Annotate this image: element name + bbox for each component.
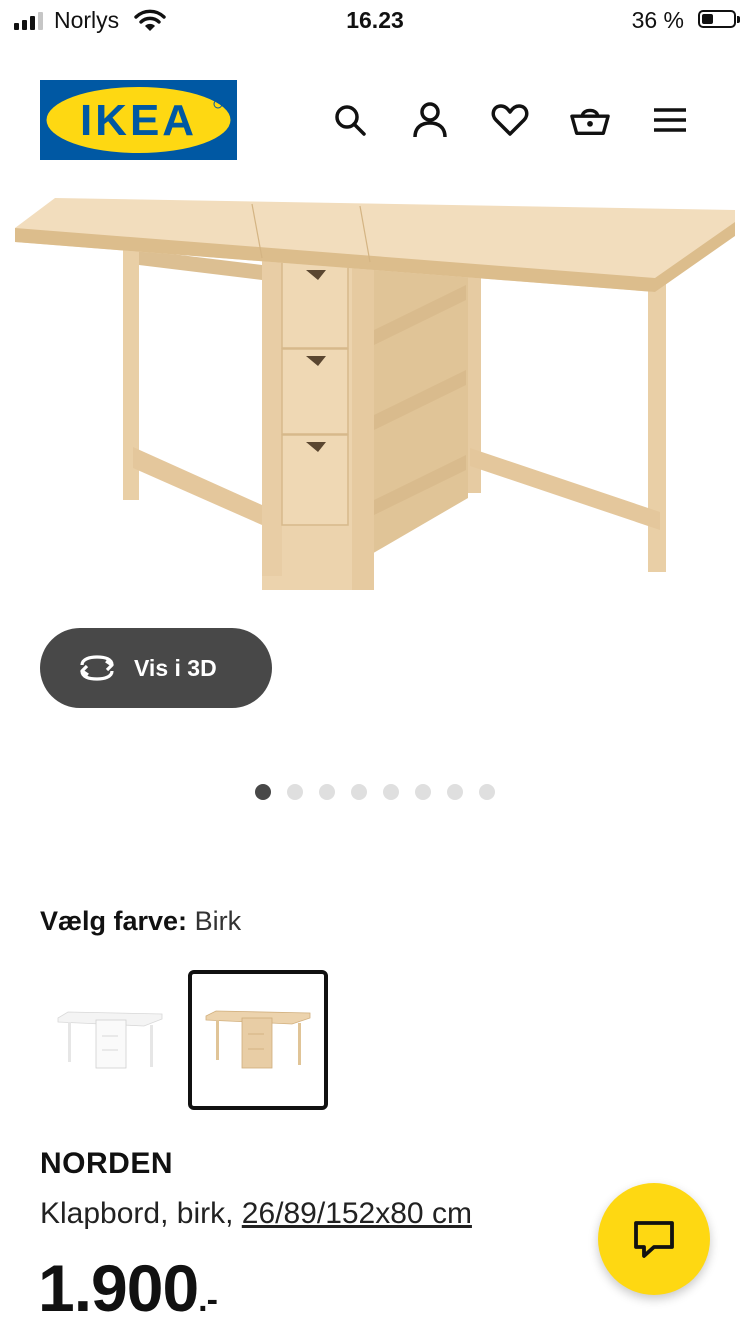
- price-suffix: .-: [198, 1281, 218, 1319]
- product-size-link[interactable]: 26/89/152x80 cm: [242, 1197, 472, 1230]
- menu-icon[interactable]: [650, 100, 690, 140]
- view-in-3d-label: Vis i 3D: [134, 654, 217, 681]
- product-description: Klapbord, birk, 26/89/152x80 cm: [40, 1197, 472, 1231]
- chat-button[interactable]: [598, 1183, 710, 1295]
- carousel-dot[interactable]: [415, 784, 431, 800]
- carousel-dot[interactable]: [447, 784, 463, 800]
- view-in-3d-button[interactable]: Vis i 3D: [40, 628, 272, 708]
- battery-percentage: 36 %: [631, 7, 684, 33]
- rotate-3d-icon: [80, 655, 114, 681]
- product-name: NORDEN: [40, 1147, 174, 1180]
- carousel-dot[interactable]: [255, 784, 271, 800]
- carousel-dot[interactable]: [351, 784, 367, 800]
- product-price: 1.900.-: [38, 1250, 218, 1326]
- selected-color: Birk: [194, 906, 242, 936]
- carousel-dot[interactable]: [479, 784, 495, 800]
- price-value: 1.900: [38, 1251, 199, 1325]
- product-image[interactable]: [0, 180, 750, 650]
- basket-icon[interactable]: [570, 100, 610, 140]
- chat-icon: [634, 1221, 674, 1258]
- ikea-logo[interactable]: IKEA: [40, 80, 237, 160]
- birch-table-thumbnail: [205, 1010, 311, 1069]
- white-table-thumbnail: [57, 1011, 163, 1069]
- battery-icon: [698, 10, 740, 28]
- color-option-birch[interactable]: [188, 970, 328, 1110]
- image-carousel-indicator: [255, 784, 495, 800]
- carousel-dot[interactable]: [383, 784, 399, 800]
- logo-text: IKEA: [80, 96, 197, 145]
- product-type: Klapbord, birk,: [40, 1197, 234, 1230]
- search-icon[interactable]: [330, 100, 370, 140]
- color-option-white[interactable]: [48, 970, 188, 1110]
- carousel-dot[interactable]: [287, 784, 303, 800]
- status-bar: Norlys 16.23 36 %: [0, 0, 750, 44]
- heart-icon[interactable]: [490, 100, 530, 140]
- carousel-dot[interactable]: [319, 784, 335, 800]
- color-label: Vælg farve:: [40, 906, 188, 936]
- color-selector-label: Vælg farve: Birk: [40, 906, 241, 937]
- account-icon[interactable]: [410, 100, 450, 140]
